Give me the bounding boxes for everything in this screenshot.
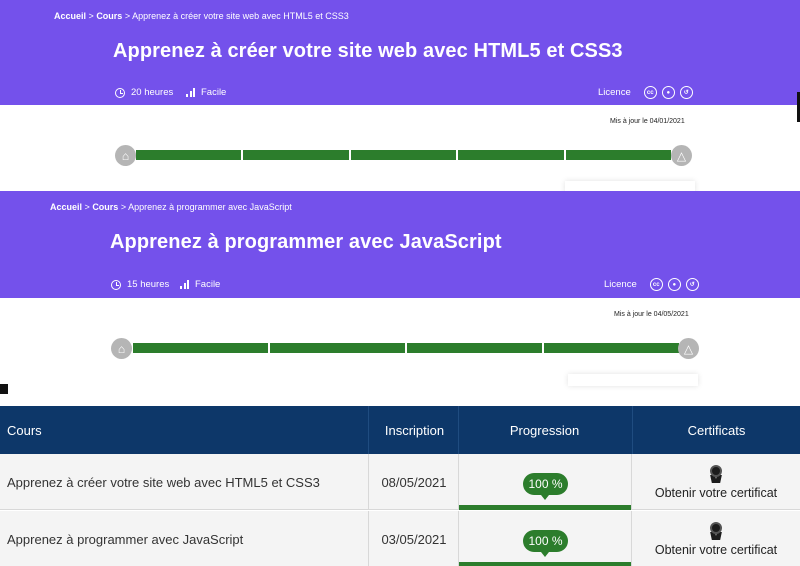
course-link[interactable]: Apprenez à programmer avec JavaScript <box>7 511 367 566</box>
clock-icon <box>115 87 125 98</box>
progress-bar <box>459 562 632 566</box>
breadcrumb-home-link[interactable]: Accueil <box>54 11 86 21</box>
enrollment-date: 03/05/2021 <box>368 511 459 566</box>
course-progress-1: Mis à jour le 04/01/2021 ⌂ △ <box>0 105 800 193</box>
course-duration: 20 heures <box>115 87 173 98</box>
breadcrumb-separator: > <box>88 11 94 21</box>
course-duration: 15 heures <box>111 279 169 290</box>
difficulty-bars-icon <box>180 280 189 289</box>
table-header: Cours Inscription Progression Certificat… <box>0 406 800 454</box>
progress-segment <box>270 343 405 353</box>
progress-cell: 100 % <box>458 511 632 566</box>
progress-badge: 100 % <box>523 530 568 557</box>
progress-track <box>136 150 672 160</box>
medal-icon <box>708 464 724 483</box>
course-banner-1: Accueil > Cours > Apprenez à créer votre… <box>0 0 800 105</box>
get-certificate-link[interactable]: Obtenir votre certificat <box>655 543 777 557</box>
clock-icon <box>111 279 121 290</box>
progress-segment <box>565 150 672 160</box>
home-icon: ⌂ <box>111 338 132 359</box>
breadcrumb-separator: > <box>84 202 90 212</box>
progress-segment <box>407 343 542 353</box>
licence-info: Licence cc ● ↺ <box>598 86 693 99</box>
home-icon: ⌂ <box>115 145 136 166</box>
breadcrumb-home-link[interactable]: Accueil <box>50 202 82 212</box>
edge-marker <box>0 384 8 394</box>
table-row: Apprenez à programmer avec JavaScript 03… <box>0 511 800 566</box>
progress-badge: 100 % <box>523 473 568 500</box>
sa-icon[interactable]: ↺ <box>679 86 693 99</box>
certificate-cell: Obtenir votre certificat <box>631 511 800 566</box>
table-row: Apprenez à créer votre site web avec HTM… <box>0 454 800 510</box>
level-text: Facile <box>195 279 221 290</box>
breadcrumb-separator: > <box>124 11 131 21</box>
sa-icon[interactable]: ↺ <box>685 278 699 291</box>
get-certificate-link[interactable]: Obtenir votre certificat <box>655 486 777 500</box>
course-link[interactable]: Apprenez à créer votre site web avec HTM… <box>7 454 367 510</box>
by-icon[interactable]: ● <box>661 86 675 99</box>
updated-date: Mis à jour le 04/05/2021 <box>614 311 689 318</box>
breadcrumb-separator: > <box>120 202 127 212</box>
header-certificats: Certificats <box>632 406 800 454</box>
progress-track <box>133 343 679 353</box>
course-progress-2: Mis à jour le 04/05/2021 ⌂ △ <box>0 298 800 386</box>
licence-label: Licence <box>598 87 631 98</box>
certificate-cell: Obtenir votre certificat <box>631 454 800 510</box>
breadcrumb: Accueil > Cours > Apprenez à programmer … <box>50 202 292 212</box>
progress-segment <box>243 150 349 160</box>
progress-cell: 100 % <box>458 454 632 510</box>
breadcrumb-current: Apprenez à créer votre site web avec HTM… <box>132 11 349 21</box>
course-level: Facile <box>180 279 220 290</box>
header-progression: Progression <box>458 406 630 454</box>
licence-label: Licence <box>604 279 637 290</box>
progress-segment <box>544 343 679 353</box>
page: Accueil > Cours > Apprenez à créer votre… <box>0 0 800 566</box>
trophy-icon: △ <box>671 145 692 166</box>
progress-segment <box>350 150 457 160</box>
breadcrumb-courses-link[interactable]: Cours <box>92 202 118 212</box>
updated-date: Mis à jour le 04/01/2021 <box>610 118 685 125</box>
progress-bar <box>459 505 632 510</box>
difficulty-bars-icon <box>186 88 195 97</box>
header-inscription: Inscription <box>368 406 460 454</box>
by-icon[interactable]: ● <box>667 278 681 291</box>
duration-text: 20 heures <box>131 87 174 98</box>
progress-segment <box>136 150 242 160</box>
header-cours: Cours <box>7 422 42 438</box>
licence-info: Licence cc ● ↺ <box>604 278 699 291</box>
medal-icon <box>708 521 724 540</box>
cc-icon[interactable]: cc <box>649 278 663 291</box>
breadcrumb-current: Apprenez à programmer avec JavaScript <box>128 202 292 212</box>
duration-text: 15 heures <box>127 279 170 290</box>
breadcrumb-courses-link[interactable]: Cours <box>96 11 122 21</box>
courses-table: Cours Inscription Progression Certificat… <box>0 406 800 566</box>
enrollment-date: 08/05/2021 <box>368 454 459 510</box>
course-banner-2: Accueil > Cours > Apprenez à programmer … <box>0 191 800 298</box>
progress-segment <box>458 150 564 160</box>
floating-card <box>568 374 698 386</box>
progress-segment <box>133 343 268 353</box>
course-title: Apprenez à programmer avec JavaScript <box>110 231 502 253</box>
course-level: Facile <box>186 87 226 98</box>
breadcrumb: Accueil > Cours > Apprenez à créer votre… <box>54 11 349 21</box>
level-text: Facile <box>201 87 227 98</box>
course-title: Apprenez à créer votre site web avec HTM… <box>113 40 623 62</box>
cc-icon[interactable]: cc <box>643 86 657 99</box>
trophy-icon: △ <box>678 338 699 359</box>
